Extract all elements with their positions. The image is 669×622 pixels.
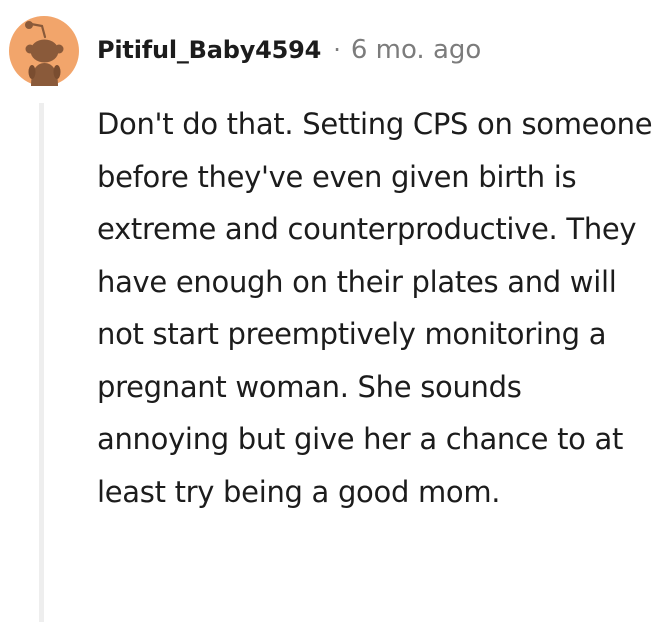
- comment-body: Don't do that. Setting CPS on someone be…: [97, 107, 653, 509]
- comment-timestamp[interactable]: 6 mo. ago: [351, 35, 481, 65]
- comment: Pitiful_Baby4594 · 6 mo. ago Don't do th…: [0, 0, 669, 622]
- thread-collapse-line[interactable]: [39, 103, 44, 622]
- username-link[interactable]: Pitiful_Baby4594: [97, 36, 321, 64]
- snoo-avatar-icon: [9, 16, 79, 86]
- comment-header: Pitiful_Baby4594 · 6 mo. ago: [97, 30, 481, 70]
- user-avatar[interactable]: [9, 16, 79, 86]
- meta-separator: ·: [333, 36, 341, 64]
